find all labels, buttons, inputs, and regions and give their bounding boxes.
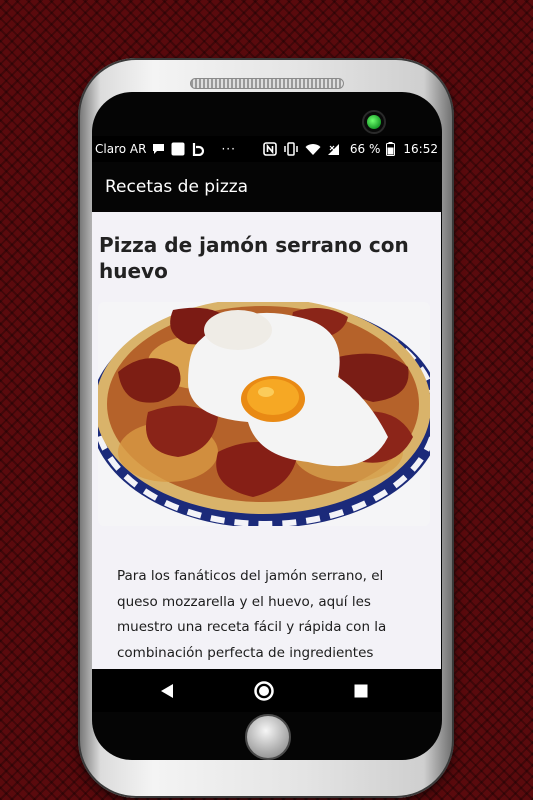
- wifi-icon: [305, 143, 321, 156]
- pizza-with-egg-image: [98, 302, 430, 526]
- description-line: queso mozzarella y el huevo, aquí les: [117, 593, 371, 610]
- b-app-icon: [191, 142, 205, 156]
- more-dots-icon: ···: [221, 142, 236, 156]
- navigation-bar: [92, 669, 441, 712]
- carrier-name: Claro AR: [95, 142, 147, 156]
- earpiece-speaker: [190, 78, 344, 89]
- clock: 16:52: [403, 142, 438, 156]
- app-title: Recetas de pizza: [105, 177, 249, 197]
- back-triangle-icon[interactable]: [142, 669, 192, 712]
- recipe-description: Para los fanáticos del jamón serrano, el…: [117, 564, 417, 666]
- description-line: muestro una receta fácil y rápida con la: [117, 619, 387, 635]
- vibrate-icon: [283, 142, 299, 156]
- battery-icon: [386, 142, 396, 156]
- article-content[interactable]: Pizza de jamón serrano con huevo Para lo…: [92, 212, 441, 669]
- white-square-icon: [171, 142, 185, 156]
- chat-bubble-icon: [152, 143, 165, 155]
- recipe-title: Pizza de jamón serrano con huevo: [99, 233, 409, 283]
- battery-percent: 66 %: [349, 142, 381, 156]
- signal-icon: [327, 143, 340, 156]
- phone-screen: Claro AR ··· 66 % 16:52 Recetas de pizza…: [92, 136, 441, 712]
- nfc-icon: [263, 142, 277, 156]
- recents-square-icon[interactable]: [336, 669, 386, 712]
- notification-led-icon: [367, 115, 381, 129]
- description-line: combinación perfecta de ingredientes: [117, 644, 374, 661]
- app-toolbar: Recetas de pizza: [92, 162, 441, 212]
- home-circle-icon[interactable]: [239, 669, 289, 712]
- status-bar: Claro AR ··· 66 % 16:52: [92, 136, 441, 162]
- hardware-home-button[interactable]: [245, 714, 291, 760]
- description-line: Para los fanáticos del jamón serrano, el: [117, 568, 384, 584]
